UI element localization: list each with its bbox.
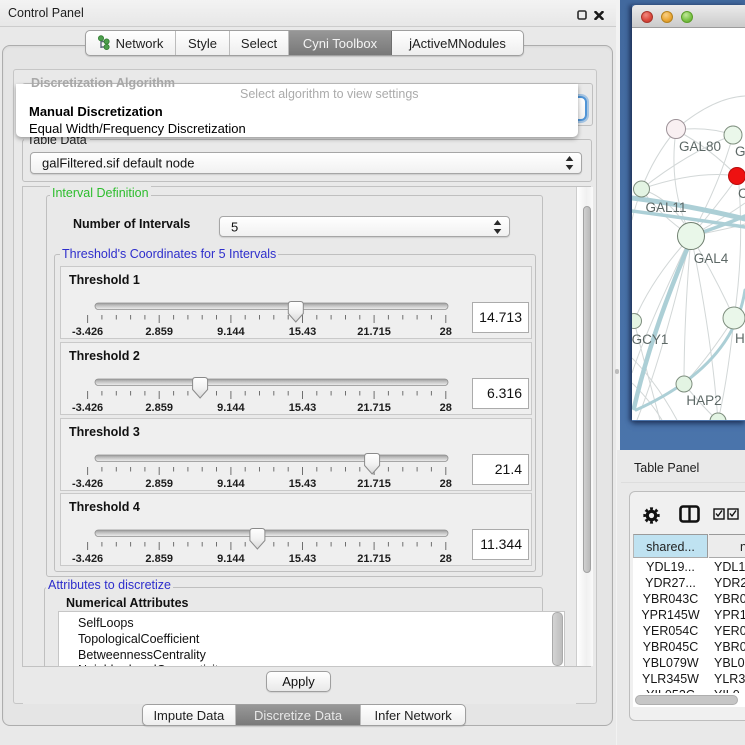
svg-text:9.144: 9.144: [217, 478, 245, 490]
svg-text:H: H: [735, 331, 745, 346]
svg-text:2.859: 2.859: [145, 326, 173, 338]
svg-text:G...: G...: [735, 144, 745, 159]
svg-text:GAL4: GAL4: [694, 251, 729, 266]
svg-text:-3.426: -3.426: [72, 326, 103, 338]
svg-text:-3.426: -3.426: [72, 553, 103, 565]
svg-text:GAL80: GAL80: [679, 139, 721, 154]
svg-text:21.715: 21.715: [357, 402, 391, 414]
svg-text:9.144: 9.144: [217, 402, 245, 414]
svg-text:21.715: 21.715: [357, 326, 391, 338]
svg-text:21.715: 21.715: [357, 553, 391, 565]
svg-text:C: C: [738, 186, 745, 201]
svg-text:2.859: 2.859: [145, 402, 173, 414]
svg-text:15.43: 15.43: [289, 326, 317, 338]
svg-text:9.144: 9.144: [217, 326, 245, 338]
svg-text:GAL11: GAL11: [645, 200, 686, 215]
svg-text:28: 28: [440, 402, 452, 414]
svg-text:15.43: 15.43: [289, 402, 317, 414]
svg-text:28: 28: [440, 478, 452, 490]
svg-text:-3.426: -3.426: [72, 478, 103, 490]
svg-text:-3.426: -3.426: [72, 402, 103, 414]
svg-text:GCY1: GCY1: [632, 332, 668, 347]
svg-text:28: 28: [440, 326, 452, 338]
svg-text:28: 28: [440, 553, 452, 565]
svg-text:HAP2: HAP2: [686, 393, 721, 408]
svg-text:15.43: 15.43: [289, 478, 317, 490]
svg-text:2.859: 2.859: [145, 478, 173, 490]
svg-text:9.144: 9.144: [217, 553, 245, 565]
svg-text:21.715: 21.715: [357, 478, 391, 490]
svg-text:2.859: 2.859: [145, 553, 173, 565]
svg-text:15.43: 15.43: [289, 553, 317, 565]
